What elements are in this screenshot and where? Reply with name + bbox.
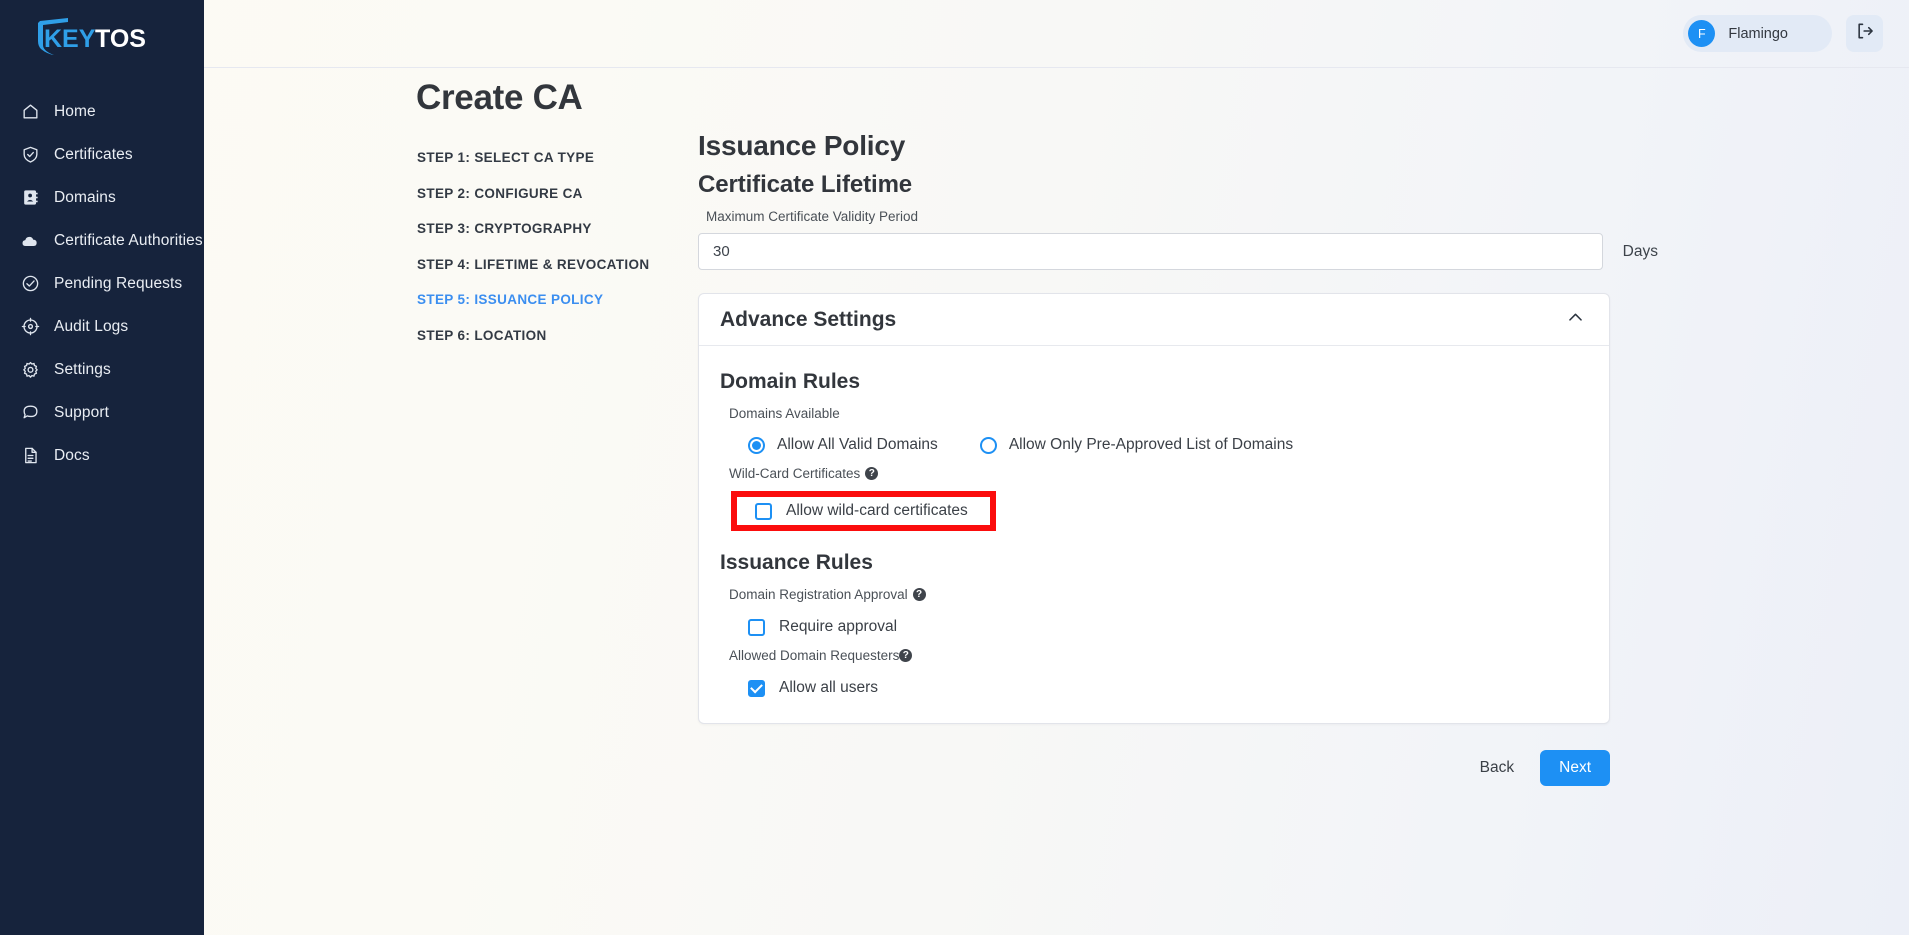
chevron-up-icon[interactable] <box>1566 308 1585 332</box>
main-content: F Flamingo Create CA STEP 1: SELECT CA T… <box>204 0 1909 935</box>
step-4-lifetime-revocation[interactable]: STEP 4: LIFETIME & REVOCATION <box>417 247 649 283</box>
checkbox-allow-all-users[interactable]: Allow all users <box>748 679 1588 697</box>
crosshair-icon <box>20 317 40 337</box>
max-validity-label: Maximum Certificate Validity Period <box>706 209 919 224</box>
sidebar-item-support[interactable]: Support <box>0 391 204 434</box>
checkbox-require-approval[interactable]: Require approval <box>748 618 1588 636</box>
advance-settings-card: Advance Settings Domain Rules Domains Av… <box>698 293 1610 724</box>
allowed-domain-requesters-label: Allowed Domain Requesters ? <box>729 648 1588 663</box>
help-icon[interactable]: ? <box>865 467 879 480</box>
checkbox-allow-wildcard-certificates[interactable]: Allow wild-card certificates <box>755 502 968 520</box>
logo-key-text: KEY <box>44 25 96 53</box>
domain-registration-approval-label-text: Domain Registration Approval <box>729 587 908 602</box>
wildcard-certificates-label: Wild-Card Certificates ? <box>729 466 1588 481</box>
advance-settings-body: Domain Rules Domains Available Allow All… <box>699 346 1609 723</box>
keytos-logo-svg: KEY TOS <box>38 18 146 55</box>
checkbox-label: Allow wild-card certificates <box>786 502 968 519</box>
issuance-policy-form: Issuance Policy Certificate Lifetime Max… <box>698 130 1658 786</box>
avatar: F <box>1688 20 1716 47</box>
next-button[interactable]: Next <box>1540 750 1610 786</box>
radio-button[interactable] <box>979 436 997 454</box>
radio-button[interactable] <box>748 436 765 454</box>
user-name-label: Flamingo <box>1728 25 1788 42</box>
sidebar-item-label: Home <box>54 102 96 120</box>
cloud-icon <box>20 231 40 251</box>
sidebar-nav: Home Certificates Domains Certificate Au… <box>0 90 204 477</box>
checkbox-input[interactable] <box>748 618 765 636</box>
sidebar: KEY TOS Home Certificates Domains Certif… <box>0 0 204 935</box>
checkbox-label: Allow all users <box>779 679 879 696</box>
step-2-configure-ca[interactable]: STEP 2: CONFIGURE CA <box>417 176 649 212</box>
clock-check-icon <box>20 274 40 294</box>
sidebar-item-label: Certificates <box>54 145 133 163</box>
app-root: KEY TOS Home Certificates Domains Certif… <box>0 0 1909 935</box>
issuance-policy-heading: Issuance Policy <box>698 130 906 161</box>
sidebar-item-settings[interactable]: Settings <box>0 348 204 391</box>
shield-check-icon <box>20 145 40 165</box>
topbar: F Flamingo <box>204 0 1909 68</box>
step-5-issuance-policy[interactable]: STEP 5: ISSUANCE POLICY <box>417 282 649 318</box>
allowed-domain-requesters-label-text: Allowed Domain Requesters <box>729 648 900 663</box>
step-1-select-ca-type[interactable]: STEP 1: SELECT CA TYPE <box>417 140 649 176</box>
wildcard-highlight-box: Allow wild-card certificates <box>731 491 996 531</box>
domains-available-radio-group: Allow All Valid Domains Allow Only Pre-A… <box>748 436 1588 454</box>
logout-icon <box>1855 21 1875 46</box>
advance-settings-title: Advance Settings <box>720 307 897 331</box>
chat-bubble-icon <box>20 403 40 423</box>
sidebar-item-certificate-authorities[interactable]: Certificate Authorities <box>0 219 204 262</box>
domain-rules-title: Domain Rules <box>720 370 861 393</box>
wildcard-certificates-label-text: Wild-Card Certificates <box>729 466 861 481</box>
page-title: Create CA <box>416 78 583 117</box>
domain-registration-approval-label: Domain Registration Approval ? <box>729 587 1588 602</box>
sidebar-item-label: Settings <box>54 360 111 378</box>
step-3-cryptography[interactable]: STEP 3: CRYPTOGRAPHY <box>417 211 649 247</box>
radio-allow-all-valid-domains[interactable]: Allow All Valid Domains <box>748 436 938 454</box>
gear-icon <box>20 360 40 380</box>
max-validity-input[interactable] <box>698 233 1603 270</box>
help-icon[interactable]: ? <box>912 588 926 601</box>
sidebar-item-domains[interactable]: Domains <box>0 176 204 219</box>
keytos-logo[interactable]: KEY TOS <box>0 6 204 68</box>
sidebar-item-label: Docs <box>54 446 90 464</box>
sidebar-item-label: Certificate Authorities <box>54 231 203 249</box>
sidebar-item-audit-logs[interactable]: Audit Logs <box>0 305 204 348</box>
domains-available-label-text: Domains Available <box>729 406 840 421</box>
radio-allow-pre-approved-domains[interactable]: Allow Only Pre-Approved List of Domains <box>979 436 1294 454</box>
sidebar-item-label: Pending Requests <box>54 274 183 292</box>
advance-settings-header[interactable]: Advance Settings <box>699 294 1609 346</box>
issuance-rules-title: Issuance Rules <box>720 551 873 574</box>
back-button[interactable]: Back <box>1466 751 1528 785</box>
logout-button[interactable] <box>1846 15 1883 52</box>
step-6-location[interactable]: STEP 6: LOCATION <box>417 318 649 354</box>
document-icon <box>20 446 40 466</box>
address-book-icon <box>20 188 40 208</box>
sidebar-item-label: Domains <box>54 188 116 206</box>
validity-input-row: Days <box>698 233 1658 270</box>
sidebar-item-docs[interactable]: Docs <box>0 434 204 477</box>
radio-label: Allow All Valid Domains <box>777 436 938 453</box>
checkbox-label: Require approval <box>779 618 898 635</box>
sidebar-item-home[interactable]: Home <box>0 90 204 133</box>
domains-available-label: Domains Available <box>729 406 1588 421</box>
checkbox-input[interactable] <box>755 502 772 520</box>
logo-tos-text: TOS <box>95 25 146 53</box>
help-icon[interactable]: ? <box>899 649 913 662</box>
sidebar-item-label: Support <box>54 403 109 421</box>
sidebar-item-certificates[interactable]: Certificates <box>0 133 204 176</box>
certificate-lifetime-heading: Certificate Lifetime <box>698 171 913 198</box>
user-menu-button[interactable]: F Flamingo <box>1683 15 1832 52</box>
step-navigation: STEP 1: SELECT CA TYPE STEP 2: CONFIGURE… <box>417 140 649 353</box>
checkbox-input[interactable] <box>748 679 765 697</box>
sidebar-item-pending-requests[interactable]: Pending Requests <box>0 262 204 305</box>
radio-label: Allow Only Pre-Approved List of Domains <box>1008 436 1294 453</box>
days-unit-label: Days <box>1622 242 1658 260</box>
sidebar-item-label: Audit Logs <box>54 317 129 335</box>
wizard-footer-buttons: Back Next <box>698 750 1610 786</box>
home-icon <box>20 102 40 122</box>
